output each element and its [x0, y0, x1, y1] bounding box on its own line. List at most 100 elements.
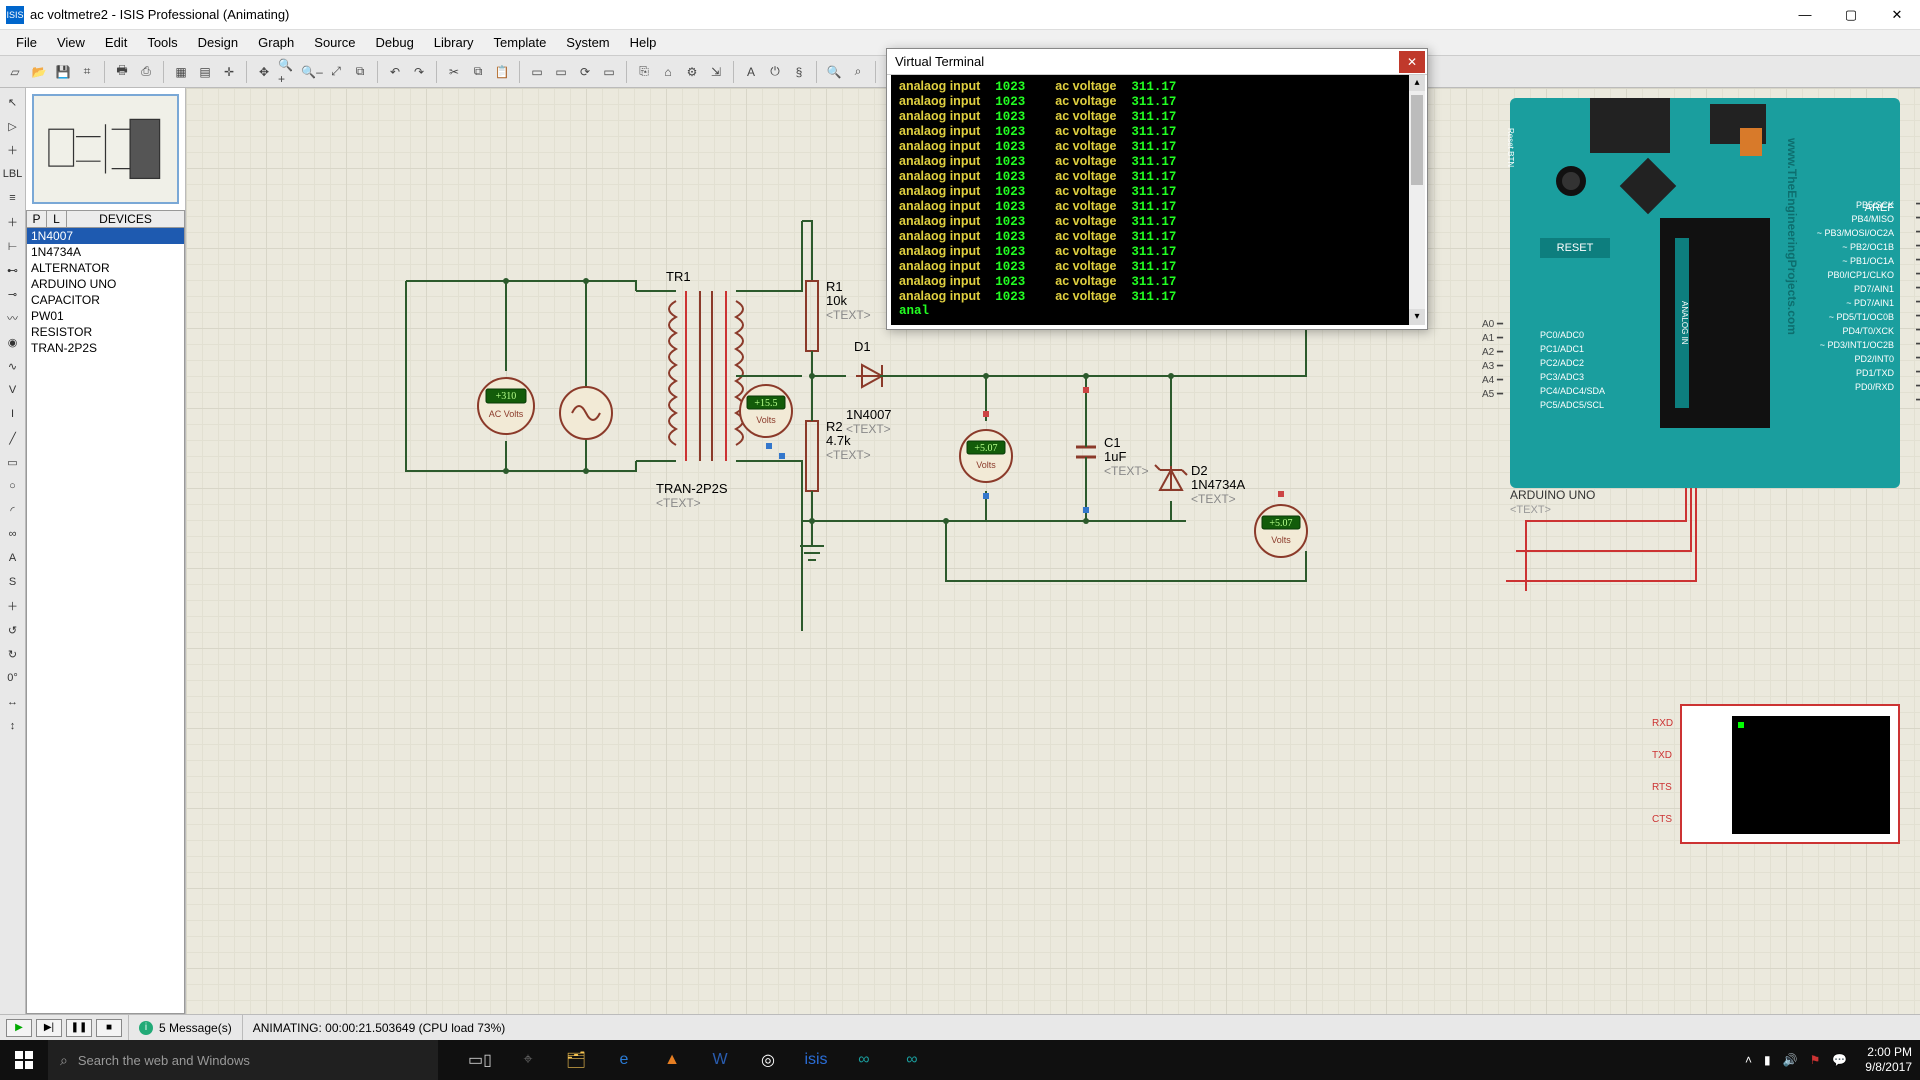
device-capacitor[interactable]: CAPACITOR [27, 292, 184, 308]
tray-action-icon[interactable]: 💬 [1832, 1053, 1847, 1067]
tray-battery-icon[interactable]: ▮ [1764, 1053, 1771, 1067]
tool-graph[interactable]: 〰 [3, 308, 23, 328]
origin-button[interactable]: ✛ [218, 61, 240, 83]
zoom-out-button[interactable]: 🔍– [301, 61, 323, 83]
make-button[interactable]: ⚙ [681, 61, 703, 83]
menu-source[interactable]: Source [304, 32, 365, 53]
task-task-view[interactable]: ▭▯ [458, 1040, 502, 1080]
menu-design[interactable]: Design [188, 32, 248, 53]
capacitor-c1[interactable]: C1 1uF <TEXT> [1076, 391, 1149, 511]
system-tray[interactable]: ˄ ▮ 🔊 ⚑ 💬 [1735, 1053, 1857, 1067]
menu-template[interactable]: Template [484, 32, 557, 53]
tool-text-block[interactable]: ≡ [3, 188, 23, 208]
tool-arc[interactable]: ◜ [3, 500, 23, 520]
tool-probe-i[interactable]: I [3, 404, 23, 424]
device-1n4007[interactable]: 1N4007 [27, 228, 184, 244]
taskbar-clock[interactable]: 2:00 PM 9/8/2017 [1857, 1045, 1920, 1075]
menu-tools[interactable]: Tools [137, 32, 187, 53]
device-arduino uno[interactable]: ARDUINO UNO [27, 276, 184, 292]
tool-mirror-v[interactable]: ↕ [3, 716, 23, 736]
text-button[interactable]: § [788, 61, 810, 83]
task-arduino[interactable]: ∞ [842, 1040, 886, 1080]
tool-probe-v[interactable]: V [3, 380, 23, 400]
tray-chevron-icon[interactable]: ˄ [1745, 1053, 1752, 1067]
taskbar-search[interactable]: ⌕ Search the web and Windows [48, 1040, 438, 1080]
zoom-in-button[interactable]: 🔍+ [277, 61, 299, 83]
tool-bus-pin[interactable]: ⊢ [3, 236, 23, 256]
maximize-button[interactable]: ▢ [1828, 0, 1874, 30]
section-button[interactable]: ⌗ [76, 61, 98, 83]
diode-d2[interactable]: D2 1N4734A <TEXT> [1155, 463, 1246, 506]
diode-d1[interactable]: D1 1N4007 <TEXT> [846, 339, 892, 436]
devices-list[interactable]: 1N40071N4734AALTERNATORARDUINO UNOCAPACI… [26, 228, 185, 1014]
tool-marker1[interactable]: ◉ [3, 332, 23, 352]
menu-debug[interactable]: Debug [365, 32, 423, 53]
virtual-terminal-body[interactable]: analaog input 1023 ac voltage 311.17 ana… [891, 75, 1409, 325]
meter-v3[interactable]: +5.07 Volts [1255, 505, 1307, 557]
undo-button[interactable]: ↶ [384, 61, 406, 83]
task-edge[interactable]: e [602, 1040, 646, 1080]
grid-button[interactable]: ▤ [194, 61, 216, 83]
print-button[interactable]: 🖶 [111, 61, 133, 83]
minimize-button[interactable]: — [1782, 0, 1828, 30]
decompose-button[interactable]: ⇲ [705, 61, 727, 83]
task-chrome[interactable]: ◎ [746, 1040, 790, 1080]
serial-terminal[interactable]: RXD TXD RTS CTS [1680, 704, 1900, 844]
wire-label-button[interactable]: A [740, 61, 762, 83]
tool-component[interactable]: ▷ [3, 116, 23, 136]
device-1n4734a[interactable]: 1N4734A [27, 244, 184, 260]
zoom-sel-button[interactable]: ⧉ [349, 61, 371, 83]
tray-security-icon[interactable]: ⚑ [1810, 1053, 1821, 1067]
tool-rot-ccw[interactable]: ↺ [3, 620, 23, 640]
tool-circle1[interactable]: ○ [3, 476, 23, 496]
block-move-button[interactable]: ▭ [550, 61, 572, 83]
overview-thumbnail[interactable] [32, 94, 179, 204]
menu-system[interactable]: System [556, 32, 619, 53]
close-button[interactable]: ✕ [1874, 0, 1920, 30]
devices-p-button[interactable]: P [27, 211, 47, 227]
tool-rect[interactable]: ▭ [3, 452, 23, 472]
resistor-r2[interactable]: R2 4.7k <TEXT> [806, 376, 871, 521]
tool-plus2[interactable]: ＋ [3, 212, 23, 232]
virtual-terminal-titlebar[interactable]: Virtual Terminal ✕ [887, 49, 1427, 75]
lib-button[interactable]: ⌂ [657, 61, 679, 83]
paste-button[interactable]: 📋 [491, 61, 513, 83]
menu-graph[interactable]: Graph [248, 32, 304, 53]
save-button[interactable]: 💾 [52, 61, 74, 83]
tool-label[interactable]: LBL [3, 164, 23, 184]
toggle-button[interactable]: ⏻ [764, 61, 786, 83]
scroll-down-icon[interactable]: ▾ [1409, 309, 1425, 325]
arduino-board[interactable]: RESET ANALOG IN www.TheEngineeringProjec… [1510, 98, 1900, 488]
open-button[interactable]: 📂 [28, 61, 50, 83]
device-pw01[interactable]: PW01 [27, 308, 184, 324]
arduino-button[interactable] [1556, 166, 1586, 196]
tool-plus3[interactable]: ＋ [3, 596, 23, 616]
play-button[interactable]: ▶ [6, 1019, 32, 1037]
tool-angle[interactable]: 0° [3, 668, 23, 688]
virtual-terminal-scrollbar[interactable]: ▴ ▾ [1409, 75, 1425, 325]
copy-button[interactable]: ⧉ [467, 61, 489, 83]
device-alternator[interactable]: ALTERNATOR [27, 260, 184, 276]
messages-box[interactable]: i 5 Message(s) [129, 1015, 243, 1040]
tool-mirror-h[interactable]: ↔ [3, 692, 23, 712]
menu-edit[interactable]: Edit [95, 32, 137, 53]
tool-rot-cw[interactable]: ↻ [3, 644, 23, 664]
grid-region-button[interactable]: ▦ [170, 61, 192, 83]
task-word[interactable]: W [698, 1040, 742, 1080]
search-button[interactable]: 🔍 [823, 61, 845, 83]
block-copy-button[interactable]: ▭ [526, 61, 548, 83]
virtual-terminal-close[interactable]: ✕ [1399, 51, 1425, 73]
block-rotate-button[interactable]: ⟳ [574, 61, 596, 83]
task-arduino2[interactable]: ∞ [890, 1040, 934, 1080]
tool-text-a[interactable]: A [3, 548, 23, 568]
pick-button[interactable]: ⎘ [633, 61, 655, 83]
tool-arrow[interactable]: ↖ [3, 92, 23, 112]
stop-button[interactable]: ■ [96, 1019, 122, 1037]
menu-file[interactable]: File [6, 32, 47, 53]
tray-volume-icon[interactable]: 🔊 [1783, 1053, 1798, 1067]
scroll-thumb[interactable] [1411, 95, 1423, 185]
zoom-detail-button[interactable]: ⌕ [847, 61, 869, 83]
meter-v2[interactable]: +5.07 Volts [960, 430, 1012, 482]
task-cs[interactable]: ⌖ [506, 1040, 550, 1080]
cut-button[interactable]: ✂ [443, 61, 465, 83]
